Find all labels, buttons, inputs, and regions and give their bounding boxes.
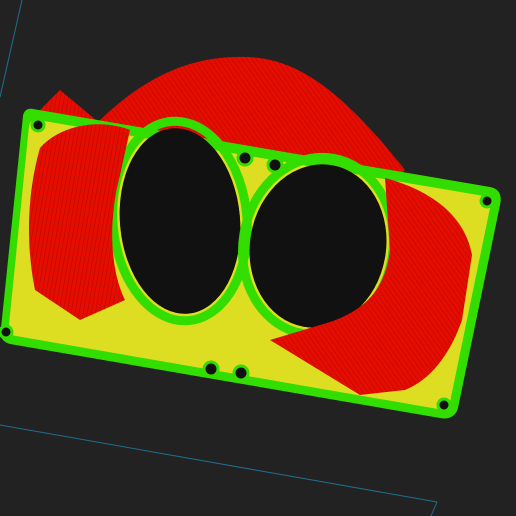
bed-edge-bottom xyxy=(0,424,438,503)
mounting-hole xyxy=(236,149,254,167)
bed-edge-right xyxy=(430,501,438,516)
gcode-preview-canvas[interactable] xyxy=(0,0,516,516)
mounting-hole xyxy=(30,117,46,133)
mounting-hole xyxy=(202,360,220,378)
bed-edge-left xyxy=(0,0,23,98)
mounting-hole xyxy=(232,364,250,382)
mounting-hole xyxy=(436,397,452,413)
3d-viewport[interactable] xyxy=(0,0,516,516)
mounting-hole xyxy=(0,324,14,340)
mounting-hole xyxy=(266,156,284,174)
mounting-hole xyxy=(479,193,495,209)
